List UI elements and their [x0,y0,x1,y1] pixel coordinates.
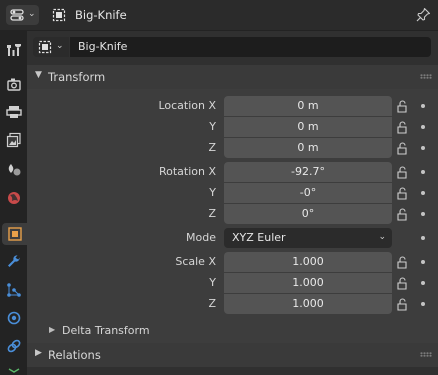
output-icon [6,106,22,118]
collapsed-arrow-icon: ▶ [35,348,42,358]
collapsed-arrow-icon[interactable]: ▶ [49,325,55,334]
keyframe-dot-icon[interactable] [421,170,425,174]
location-z-field[interactable]: 0 m [224,138,392,158]
object-icon [38,40,52,54]
drag-grip-icon[interactable] [420,352,432,357]
world-icon [8,192,20,204]
tab-world[interactable] [3,187,25,209]
properties-editor-icon [10,9,24,21]
keyframe-dot-icon[interactable] [421,281,425,285]
tool-icon [7,44,21,56]
keyframe-dot-icon[interactable] [421,146,425,150]
data-icon [8,368,20,373]
object-name-row: ⌄ Big-Knife [33,37,431,57]
object-name-field[interactable]: Big-Knife [70,37,431,57]
lock-icon[interactable] [396,298,409,311]
lock-icon[interactable] [396,187,409,200]
lock-icon[interactable] [396,256,409,269]
object-icon [52,8,66,22]
mode-label: Mode [186,231,216,244]
tab-output[interactable] [3,101,25,123]
rotation-mode-value: XYZ Euler [232,231,286,244]
lock-icon[interactable] [396,100,409,113]
scale-z-label: Z [208,297,216,310]
expanded-arrow-icon: ▼ [35,70,42,80]
chevron-down-icon: ⌄ [378,232,386,242]
location-y-field[interactable]: 0 m [224,117,392,137]
keyframe-dot-icon[interactable] [421,125,425,129]
tab-particles[interactable] [3,279,25,301]
transform-panel-header[interactable]: ▼ Transform [27,65,438,89]
lock-icon[interactable] [396,142,409,155]
particles-icon [7,283,21,297]
transform-panel-title: Transform [48,70,106,84]
wrench-icon [8,255,20,267]
tab-object[interactable] [2,223,27,245]
tab-constraints[interactable] [3,335,25,357]
keyframe-dot-icon[interactable] [421,260,425,264]
rotation-y-field[interactable]: -0° [224,183,392,203]
tab-render[interactable] [3,73,25,95]
rotation-z-label: Z [208,207,216,220]
tab-scene[interactable] [3,159,25,181]
keyframe-dot-icon[interactable] [421,302,425,306]
lock-icon[interactable] [396,208,409,221]
keyframe-dot-icon[interactable] [421,191,425,195]
rotation-x-field[interactable]: -92.7° [224,162,392,182]
chevron-down-icon: ⌄ [56,41,64,51]
location-y-label: Y [209,120,216,133]
drag-grip-icon[interactable] [420,74,432,79]
relations-panel-header[interactable]: ▶ Relations [27,343,438,367]
transform-panel-body: Location X 0 m Y 0 m Z 0 m Rotation X -9… [27,89,438,345]
lock-icon[interactable] [396,277,409,290]
keyframe-dot-icon[interactable] [421,212,425,216]
rotation-mode-dropdown[interactable]: XYZ Euler ⌄ [224,228,392,248]
render-icon [7,78,21,91]
object-properties: ⌄ Big-Knife ▼ Transform Location X 0 m Y… [27,31,438,375]
delta-transform-subpanel[interactable]: Delta Transform [62,324,150,337]
scale-x-label: Scale X [175,255,216,268]
constraints-icon [7,339,21,353]
keyframe-dot-icon[interactable] [421,104,425,108]
tab-tool[interactable] [3,39,25,61]
chevron-down-icon: ⌄ [28,9,36,19]
tab-physics[interactable] [3,307,25,329]
relations-panel-title: Relations [48,348,101,362]
pin-icon[interactable] [415,7,431,23]
scale-x-field[interactable]: 1.000 [224,252,392,272]
tab-view-layer[interactable] [3,129,25,151]
properties-tab-bar [0,31,27,375]
keyframe-dot-icon[interactable] [421,236,425,240]
properties-header: ⌄ Big-Knife [0,0,438,31]
view-layer-icon [6,132,21,148]
object-type-dropdown[interactable]: ⌄ [33,37,69,57]
scale-y-label: Y [209,276,216,289]
location-x-label: Location X [158,99,216,112]
scale-z-field[interactable]: 1.000 [224,294,392,314]
location-x-field[interactable]: 0 m [224,96,392,116]
location-z-label: Z [208,141,216,154]
rotation-y-label: Y [209,186,216,199]
editor-type-dropdown[interactable]: ⌄ [6,5,39,25]
tab-data[interactable] [3,363,25,375]
rotation-z-field[interactable]: 0° [224,204,392,224]
lock-icon[interactable] [396,121,409,134]
physics-icon [7,311,21,325]
tab-modifiers[interactable] [3,251,25,273]
lock-icon[interactable] [396,166,409,179]
scale-y-field[interactable]: 1.000 [224,273,392,293]
object-icon [7,227,22,241]
scene-icon [8,164,21,176]
rotation-x-label: Rotation X [158,165,216,178]
header-title: Big-Knife [75,8,127,22]
